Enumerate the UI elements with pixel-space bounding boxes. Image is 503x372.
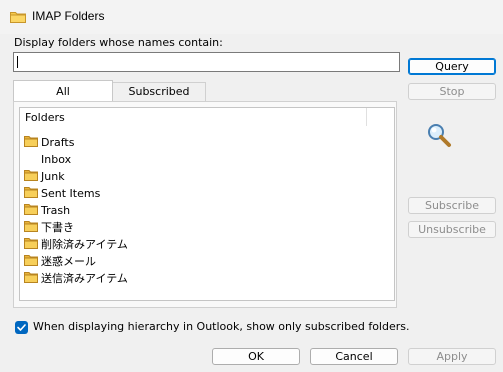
window-title: IMAP Folders [32, 9, 105, 23]
folder-list[interactable]: Folders Drafts Inbox Junk Sent Items Tra… [19, 107, 395, 301]
list-item-label: 送信済みアイテム [41, 272, 128, 285]
folder-icon [24, 238, 38, 249]
list-item[interactable]: 削除済みアイテム [24, 236, 224, 253]
tab-subscribed[interactable]: Subscribed [112, 82, 206, 101]
subscribed-only-label: When displaying hierarchy in Outlook, sh… [33, 320, 410, 333]
list-item[interactable]: 迷惑メール [24, 253, 224, 270]
list-item-label: Drafts [41, 136, 75, 149]
column-header-label: Folders [25, 111, 65, 124]
tab-panel: Folders Drafts Inbox Junk Sent Items Tra… [13, 101, 397, 308]
magnifier-icon [428, 124, 451, 147]
list-item-label: 下書き [41, 221, 74, 234]
list-item[interactable]: Junk [24, 168, 224, 185]
folder-icon [24, 221, 38, 232]
folder-icon [24, 136, 38, 147]
folder-icon [24, 204, 38, 215]
apply-button[interactable]: Apply [408, 348, 496, 365]
folder-icon [24, 255, 38, 266]
tab-all[interactable]: All [13, 80, 113, 102]
column-header-folders[interactable]: Folders [20, 108, 367, 126]
subscribed-only-checkbox[interactable] [15, 321, 28, 334]
list-item-label: Trash [41, 204, 71, 217]
list-item[interactable]: Trash [24, 202, 224, 219]
folder-name-filter-input[interactable] [13, 52, 400, 72]
filter-label: Display folders whose names contain: [14, 36, 223, 49]
stop-button[interactable]: Stop [408, 83, 496, 100]
list-item-label: 迷惑メール [41, 255, 96, 268]
text-caret [17, 56, 18, 68]
folder-icon [10, 12, 26, 23]
list-item-label: Junk [41, 170, 65, 183]
title-bar: IMAP Folders [0, 0, 503, 34]
query-button[interactable]: Query [408, 58, 496, 75]
ok-button[interactable]: OK [212, 348, 300, 365]
list-item[interactable]: 下書き [24, 219, 224, 236]
checkmark-icon [17, 324, 26, 331]
list-item[interactable]: Inbox [24, 151, 224, 168]
list-item-label: Inbox [41, 153, 72, 166]
list-item[interactable]: 送信済みアイテム [24, 270, 224, 287]
list-item[interactable]: Drafts [24, 134, 224, 151]
list-item-label: 削除済みアイテム [41, 238, 128, 251]
subscribe-button[interactable]: Subscribe [408, 197, 496, 214]
list-item[interactable]: Sent Items [24, 185, 224, 202]
list-item-label: Sent Items [41, 187, 101, 200]
unsubscribe-button[interactable]: Unsubscribe [408, 221, 496, 238]
folder-icon [24, 272, 38, 283]
cancel-button[interactable]: Cancel [310, 348, 398, 365]
folder-icon [24, 187, 38, 198]
folder-icon [24, 170, 38, 181]
